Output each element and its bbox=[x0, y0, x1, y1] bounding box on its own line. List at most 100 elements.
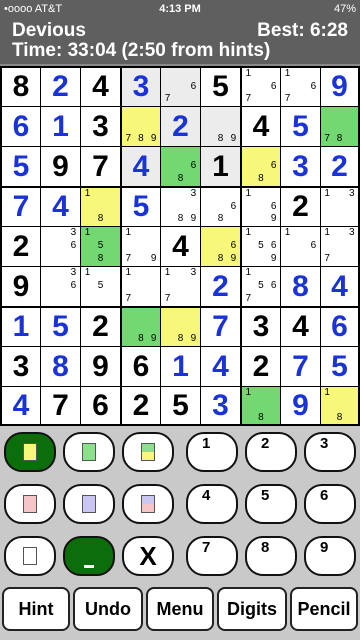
board-cell[interactable]: 5 bbox=[201, 68, 240, 106]
board-cell[interactable]: 18 bbox=[242, 387, 280, 424]
board-cell[interactable]: 1 bbox=[2, 308, 40, 346]
board-cell[interactable]: 1569 bbox=[242, 227, 280, 266]
board-cell[interactable]: 3 bbox=[281, 147, 320, 186]
board-cell[interactable]: 17 bbox=[122, 267, 160, 306]
board-cell[interactable]: 18 bbox=[81, 188, 120, 226]
board-cell[interactable]: 1 7 9 bbox=[122, 227, 160, 266]
board-cell[interactable]: 76 bbox=[161, 68, 200, 106]
digit-button-8[interactable]: 8 bbox=[245, 536, 297, 576]
board-cell[interactable]: 7 bbox=[281, 347, 320, 386]
board-cell[interactable]: 18 bbox=[321, 387, 358, 424]
board-cell[interactable]: 3 bbox=[81, 107, 120, 146]
board-cell[interactable]: 15 bbox=[81, 267, 120, 306]
board-cell[interactable]: 4 bbox=[122, 147, 160, 186]
board-cell[interactable]: 789 bbox=[122, 107, 160, 146]
board-cell[interactable]: 3 bbox=[2, 347, 40, 386]
board-cell[interactable]: 7 bbox=[81, 147, 120, 186]
board-cell[interactable]: 1 6 7 bbox=[242, 68, 280, 106]
board-cell[interactable]: 16 bbox=[281, 227, 320, 266]
digit-button-2[interactable]: 2 bbox=[245, 432, 297, 472]
board-cell[interactable]: 4 bbox=[242, 107, 280, 146]
board-cell[interactable]: 3 bbox=[122, 68, 160, 106]
hint-button[interactable]: Hint bbox=[2, 587, 70, 631]
yellow-highlight-button[interactable] bbox=[4, 432, 56, 472]
board-cell[interactable]: 2 bbox=[2, 227, 40, 266]
board-cell[interactable]: 5 bbox=[321, 347, 358, 386]
board-cell[interactable]: 2 bbox=[122, 387, 160, 424]
fill-highlight-button[interactable] bbox=[63, 536, 115, 576]
board-cell[interactable]: 9 bbox=[321, 68, 358, 106]
board-cell[interactable]: 4 bbox=[321, 267, 358, 306]
board-cell[interactable]: 13 bbox=[321, 188, 358, 226]
undo-button[interactable]: Undo bbox=[73, 587, 143, 631]
board-cell[interactable]: 6 bbox=[81, 387, 120, 424]
board-cell[interactable]: 2 bbox=[161, 107, 200, 146]
board-cell[interactable]: 2 bbox=[201, 267, 240, 306]
board-cell[interactable]: 3 bbox=[242, 308, 280, 346]
board-cell[interactable]: 6 bbox=[2, 107, 40, 146]
board-cell[interactable]: 68 bbox=[242, 147, 280, 186]
board-cell[interactable]: 1 3 7 bbox=[161, 267, 200, 306]
board-cell[interactable]: 4 bbox=[161, 227, 200, 266]
board-cell[interactable]: 1 bbox=[161, 347, 200, 386]
board-cell[interactable]: 9 bbox=[281, 387, 320, 424]
board-cell[interactable]: 9 bbox=[41, 147, 80, 186]
board-cell[interactable]: 4 bbox=[281, 308, 320, 346]
board-cell[interactable]: 5 bbox=[2, 147, 40, 186]
white-highlight-button[interactable] bbox=[4, 536, 56, 576]
board-cell[interactable]: 1 3 7 bbox=[321, 227, 358, 266]
board-cell[interactable]: 5 bbox=[41, 308, 80, 346]
digit-button-4[interactable]: 4 bbox=[186, 484, 238, 524]
pencil-button[interactable]: Pencil bbox=[290, 587, 358, 631]
board-cell[interactable]: 2 bbox=[321, 147, 358, 186]
purple-pink-highlight-button[interactable] bbox=[122, 484, 174, 524]
digits-button[interactable]: Digits bbox=[217, 587, 287, 631]
green-highlight-button[interactable] bbox=[63, 432, 115, 472]
board-cell[interactable]: 9 bbox=[81, 347, 120, 386]
board-cell[interactable]: 3 bbox=[201, 387, 240, 424]
digit-button-7[interactable]: 7 bbox=[186, 536, 238, 576]
board-cell[interactable]: 8 bbox=[2, 68, 40, 106]
board-cell[interactable]: 7 bbox=[2, 188, 40, 226]
digit-button-3[interactable]: 3 bbox=[304, 432, 356, 472]
board-cell[interactable]: 1 6 7 bbox=[281, 68, 320, 106]
board-cell[interactable]: 8 bbox=[281, 267, 320, 306]
board-cell[interactable]: 5 bbox=[281, 107, 320, 146]
board-cell[interactable]: 4 bbox=[2, 387, 40, 424]
clear-button[interactable]: X bbox=[122, 536, 174, 576]
board-cell[interactable]: 2 bbox=[81, 308, 120, 346]
board-cell[interactable]: 2 bbox=[242, 347, 280, 386]
board-cell[interactable]: 36 bbox=[41, 227, 80, 266]
board-cell[interactable]: 1 bbox=[41, 107, 80, 146]
board-cell[interactable]: 68 bbox=[201, 188, 240, 226]
board-cell[interactable]: 4 bbox=[41, 188, 80, 226]
board-cell[interactable]: 1 69 bbox=[242, 188, 280, 226]
board-cell[interactable]: 68 bbox=[161, 147, 200, 186]
board-cell[interactable]: 5 bbox=[122, 188, 160, 226]
digit-button-5[interactable]: 5 bbox=[245, 484, 297, 524]
board-cell[interactable]: 6 bbox=[321, 308, 358, 346]
board-cell[interactable]: 5 bbox=[161, 387, 200, 424]
board-cell[interactable]: 89 bbox=[161, 308, 200, 346]
board-cell[interactable]: 89 bbox=[122, 308, 160, 346]
board-cell[interactable]: 2 bbox=[41, 68, 80, 106]
digit-button-9[interactable]: 9 bbox=[304, 536, 356, 576]
digit-button-1[interactable]: 1 bbox=[186, 432, 238, 472]
board-cell[interactable]: 4 bbox=[201, 347, 240, 386]
board-cell[interactable]: 7 bbox=[201, 308, 240, 346]
board-cell[interactable]: 1 bbox=[201, 147, 240, 186]
board-cell[interactable]: 158 bbox=[81, 227, 120, 266]
board-cell[interactable]: 3 89 bbox=[161, 188, 200, 226]
board-cell[interactable]: 2 bbox=[281, 188, 320, 226]
board-cell[interactable]: 8 bbox=[41, 347, 80, 386]
green-yellow-highlight-button[interactable] bbox=[122, 432, 174, 472]
board-cell[interactable]: 1567 bbox=[242, 267, 280, 306]
board-cell[interactable]: 89 bbox=[201, 107, 240, 146]
purple-highlight-button[interactable] bbox=[63, 484, 115, 524]
board-cell[interactable]: 4 bbox=[81, 68, 120, 106]
pink-highlight-button[interactable] bbox=[4, 484, 56, 524]
board-cell[interactable]: 78 bbox=[321, 107, 358, 146]
board-cell[interactable]: 9 bbox=[2, 267, 40, 306]
board-cell[interactable]: 6 bbox=[122, 347, 160, 386]
board-cell[interactable]: 689 bbox=[201, 227, 240, 266]
